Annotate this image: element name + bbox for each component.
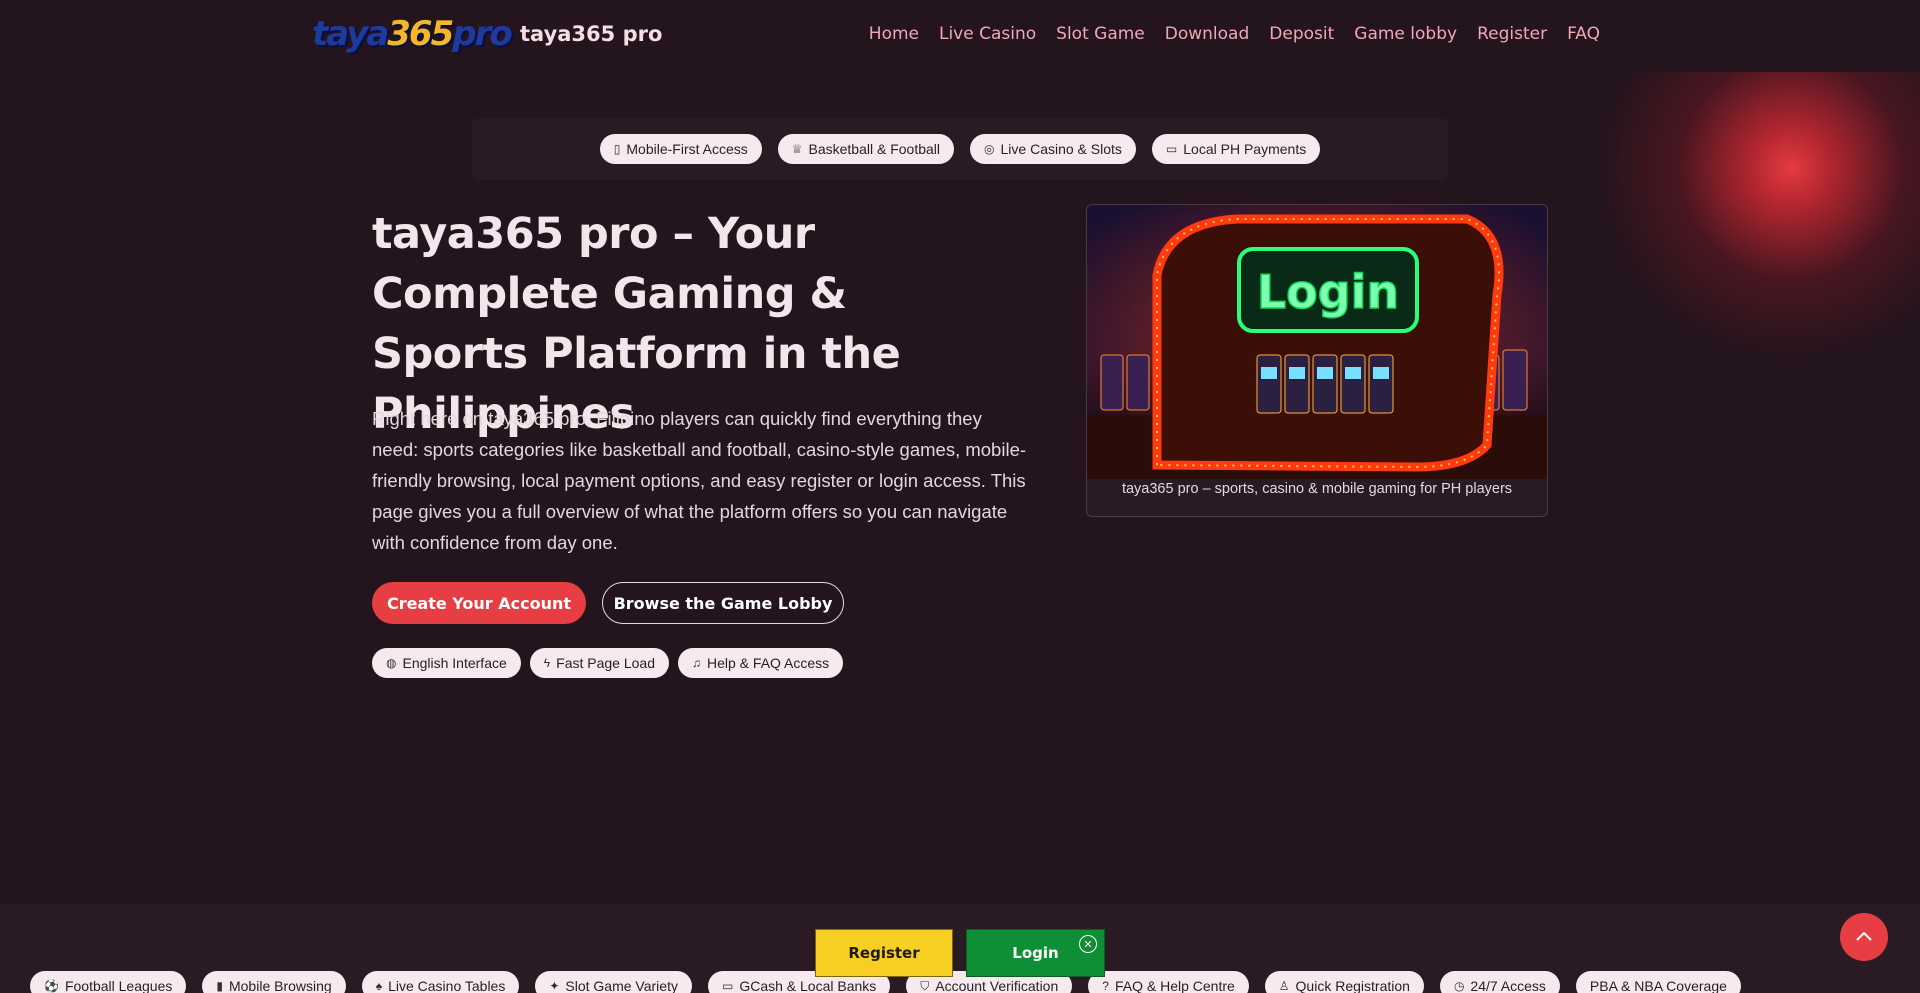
marquee-item: ♙ Quick Registration (1264, 971, 1424, 993)
site-logo[interactable]: taya365pro (312, 12, 513, 56)
pill-local-payments: ▭ Local PH Payments (1151, 134, 1321, 164)
hero-description: Right here on taya365 pro, Filipino play… (372, 408, 1027, 553)
shield-icon: ⛉ (920, 978, 930, 993)
marquee-item: ♠ Live Casino Tables (361, 971, 520, 993)
nav-link-game-lobby[interactable]: Game lobby (1354, 24, 1457, 44)
nav-link-deposit[interactable]: Deposit (1269, 24, 1334, 44)
spade-icon: ♠ (375, 979, 383, 993)
ball-icon: ⚽ (44, 979, 59, 993)
pill-label: Fast Page Load (556, 655, 655, 671)
question-icon: ? (1102, 979, 1109, 993)
nav-link-register[interactable]: Register (1477, 24, 1547, 44)
trophy-icon: ♕ (791, 142, 803, 156)
marquee-item: ▮ Mobile Browsing (202, 971, 346, 993)
pill-label: Live Casino & Slots (1000, 141, 1122, 157)
pill-live-casino-slots: ◎ Live Casino & Slots (970, 134, 1136, 164)
nav-link-home[interactable]: Home (869, 24, 919, 44)
hero-image-card: Login taya365 pro – sports, casino & mob… (1086, 204, 1548, 517)
globe-icon: ◍ (386, 656, 397, 670)
marquee-item: ◷ 24/7 Access (1439, 971, 1560, 993)
nav-link-download[interactable]: Download (1165, 24, 1250, 44)
sparkle-icon: ✦ (549, 979, 560, 993)
card-icon: ▭ (1165, 142, 1178, 156)
feature-pills: ◍ English Interface ϟ Fast Page Load ♫ H… (372, 648, 844, 678)
pill-help-faq: ♫ Help & FAQ Access (678, 648, 844, 678)
close-icon[interactable]: ✕ (1079, 935, 1097, 953)
marquee-item: ⚽ Football Leagues (30, 971, 187, 993)
headset-icon: ♫ (692, 656, 701, 670)
pill-label: Basketball & Football (808, 141, 941, 157)
pill-label: Local PH Payments (1183, 141, 1307, 157)
bolt-icon: ϟ (543, 656, 551, 670)
create-account-button[interactable]: Create Your Account (372, 582, 586, 624)
nav-link-slot-game[interactable]: Slot Game (1056, 24, 1145, 44)
nav-link-faq[interactable]: FAQ (1567, 24, 1600, 44)
marquee-item: ✦ Slot Game Variety (535, 971, 692, 993)
decorative-glow (1580, 72, 1920, 372)
chevron-up-icon (1856, 931, 1872, 941)
image-login-text: Login (1257, 265, 1399, 319)
phone-icon: ▯ (613, 142, 621, 156)
pill-label: Mobile-First Access (626, 141, 748, 157)
marquee-item: PBA & NBA Coverage (1575, 971, 1741, 993)
image-caption: taya365 pro – sports, casino & mobile ga… (1121, 481, 1513, 497)
floating-register-button[interactable]: Register (815, 929, 953, 977)
pill-label: Help & FAQ Access (707, 655, 830, 671)
pill-basketball-football: ♕ Basketball & Football (777, 134, 955, 164)
main-nav: Home Live Casino Slot Game Download Depo… (869, 24, 1600, 44)
casino-login-image: Login (1087, 205, 1547, 479)
highlight-pill-strip: ▯ Mobile-First Access ♕ Basketball & Foo… (472, 118, 1448, 180)
brand-name[interactable]: taya365 pro (520, 22, 662, 46)
pill-english-interface: ◍ English Interface (372, 648, 521, 678)
scroll-to-top-button[interactable] (1840, 913, 1888, 961)
nav-link-live-casino[interactable]: Live Casino (939, 24, 1036, 44)
marquee-item: ? FAQ & Help Centre (1088, 971, 1249, 993)
browse-lobby-button[interactable]: Browse the Game Lobby (602, 582, 844, 624)
gamepad-icon: ◎ (984, 142, 995, 156)
site-header: taya365pro taya365 pro Home Live Casino … (0, 0, 1920, 72)
pill-mobile-first: ▯ Mobile-First Access (599, 134, 762, 164)
logo-wordmark: taya365pro (312, 14, 513, 54)
pill-fast-page-load: ϟ Fast Page Load (529, 648, 669, 678)
pill-label: English Interface (402, 655, 507, 671)
clock-icon: ◷ (1453, 979, 1465, 993)
wallet-icon: ▭ (721, 979, 734, 993)
phone-icon: ▮ (216, 979, 223, 993)
user-plus-icon: ♙ (1278, 979, 1290, 993)
